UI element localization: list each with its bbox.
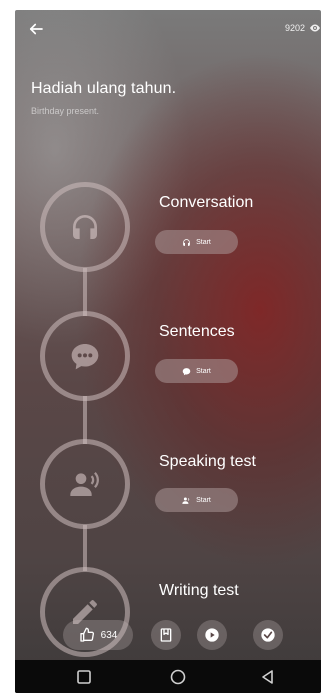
bottom-action-bar: 634 (15, 614, 321, 660)
speaking-test-start-button[interactable]: Start (155, 488, 238, 512)
track-line (83, 525, 87, 571)
view-count: 9202 (285, 22, 321, 34)
check-icon (261, 628, 275, 642)
section-label-speaking-test: Speaking test (159, 453, 256, 470)
conversation-start-button[interactable]: Start (155, 230, 238, 254)
lesson-title: Hadiah ulang tahun. (31, 80, 177, 97)
system-back-button[interactable] (259, 668, 277, 686)
chat-bubble-icon (182, 367, 191, 375)
section-label-conversation: Conversation (159, 194, 254, 211)
start-button-label: Start (196, 367, 211, 375)
headphones-icon (73, 215, 97, 239)
play-button[interactable] (197, 620, 227, 650)
back-button[interactable] (23, 16, 49, 42)
view-count-value: 9202 (284, 23, 305, 33)
home-button[interactable] (169, 668, 187, 686)
app-screen: 9202 Hadiah ulang tahun. Birthday presen… (15, 10, 321, 693)
speaking-person-icon (182, 497, 190, 504)
system-nav-bar (15, 660, 321, 693)
bookmark-button[interactable] (151, 620, 181, 650)
sentences-start-button[interactable]: Start (155, 359, 238, 383)
back-triangle-icon (262, 670, 273, 684)
like-button[interactable]: 634 (63, 620, 133, 650)
track-line (83, 396, 87, 444)
top-bar: 9202 (15, 10, 321, 46)
recents-button[interactable] (75, 668, 93, 686)
conversation-node[interactable] (40, 182, 130, 272)
bookmark-icon (160, 628, 172, 642)
like-count: 634 (100, 629, 118, 641)
chat-bubble-icon (71, 344, 99, 370)
speaking-person-icon (70, 472, 99, 496)
section-label-sentences: Sentences (159, 323, 235, 340)
play-icon (205, 628, 219, 642)
thumbs-up-icon (79, 627, 94, 642)
start-button-label: Start (196, 496, 211, 504)
section-label-writing-test: Writing test (159, 582, 239, 599)
lesson-subtitle: Birthday present. (31, 106, 100, 116)
track-line (83, 268, 87, 316)
start-button-label: Start (196, 238, 211, 246)
back-arrow-icon (29, 23, 43, 35)
headphones-icon (183, 238, 190, 246)
speaking-test-node[interactable] (40, 439, 130, 529)
recents-square-icon (77, 670, 91, 684)
home-circle-icon (170, 669, 186, 685)
eye-icon (310, 24, 320, 32)
sentences-node[interactable] (40, 311, 130, 401)
complete-button[interactable] (253, 620, 283, 650)
